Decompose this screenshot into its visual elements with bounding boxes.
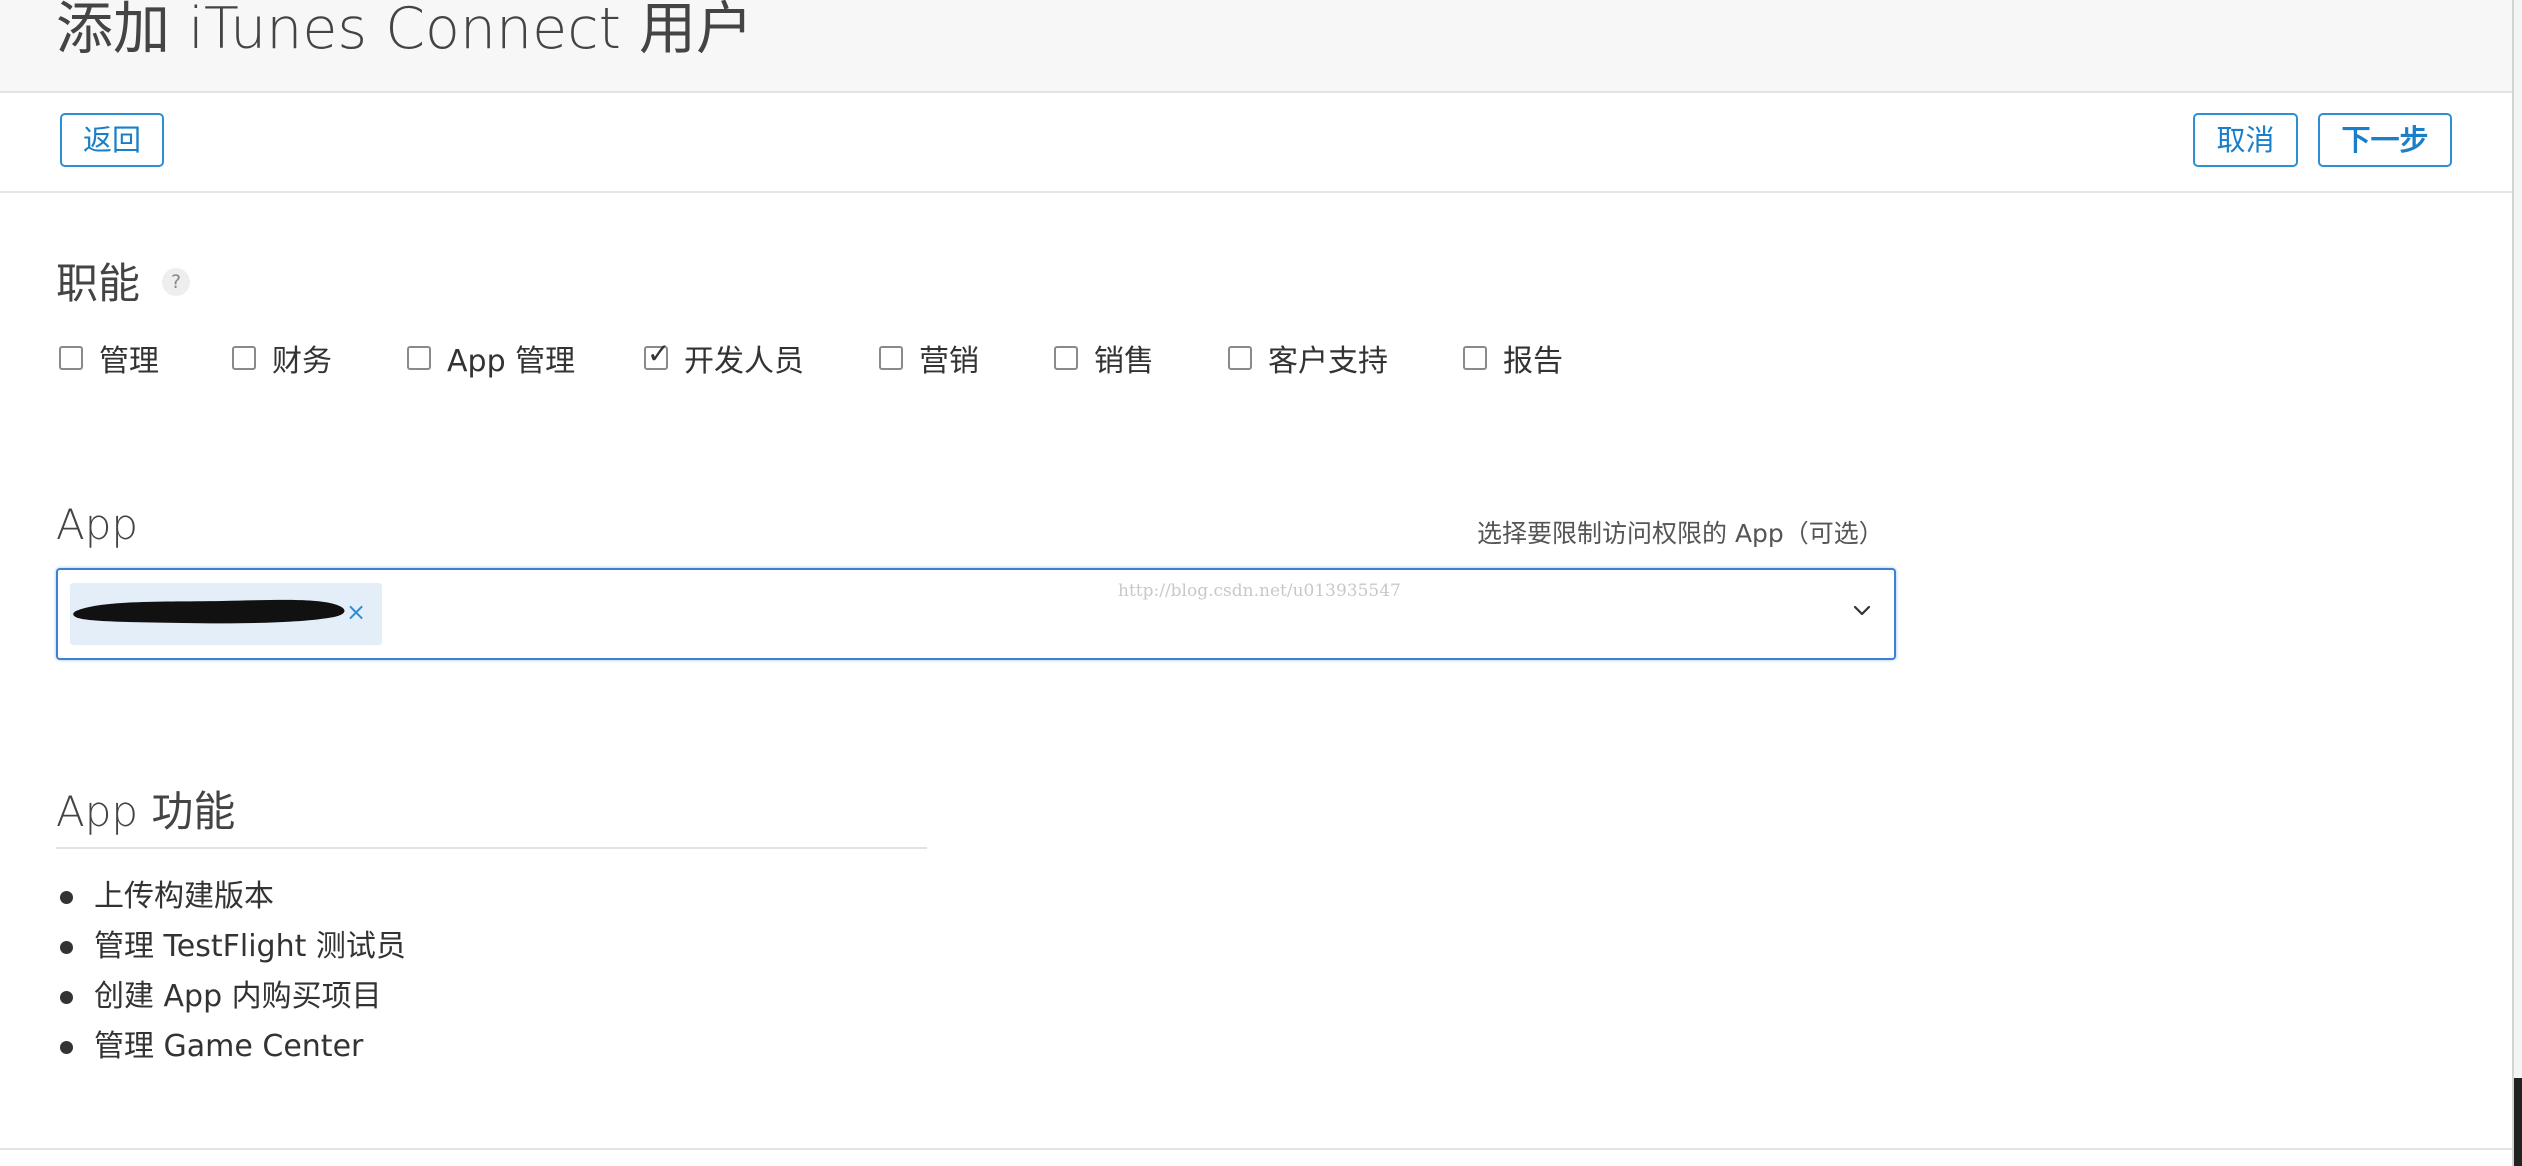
window-edge <box>2512 0 2522 1166</box>
list-item: 创建 App 内购买项目 <box>56 972 956 1022</box>
add-user-page: 添加 iTunes Connect 用户 返回 取消 下一步 职能 ? 管理 财… <box>0 0 2512 1166</box>
apps-hint: 选择要限制访问权限的 App（可选） <box>1477 519 1884 548</box>
list-item: 上传构建版本 <box>56 872 956 922</box>
checkbox[interactable] <box>232 346 256 370</box>
role-label: 营销 <box>919 344 979 379</box>
role-label: 管理 <box>99 344 159 379</box>
divider <box>0 1148 2512 1150</box>
checkbox[interactable] <box>1228 346 1252 370</box>
remove-token-icon[interactable]: × <box>346 597 366 627</box>
checkbox[interactable] <box>407 346 431 370</box>
bullet <box>60 1041 73 1054</box>
selected-app-token: × <box>70 583 382 645</box>
list-item: 管理 TestFlight 测试员 <box>56 922 956 972</box>
bullet <box>60 891 73 904</box>
chevron-down-icon[interactable] <box>1850 598 1874 622</box>
divider <box>56 847 927 849</box>
role-label: App 管理 <box>447 344 576 379</box>
checkbox[interactable] <box>59 346 83 370</box>
bullet <box>60 941 73 954</box>
checkbox[interactable] <box>1463 346 1487 370</box>
redacted-app-name <box>73 599 345 624</box>
role-label: 报告 <box>1503 344 1563 379</box>
features-list: 上传构建版本 管理 TestFlight 测试员 创建 App 内购买项目 管理… <box>56 872 956 1072</box>
window-edge-shadow <box>2514 1078 2522 1166</box>
feature-label: 管理 TestFlight 测试员 <box>94 929 406 964</box>
role-label: 开发人员 <box>684 344 804 379</box>
feature-label: 上传构建版本 <box>94 879 274 914</box>
app-select-field[interactable]: × http://blog.csdn.net/u013935547 <box>56 568 1896 660</box>
toolbar: 返回 取消 下一步 <box>0 93 2512 193</box>
roles-heading: 职能 <box>56 259 141 308</box>
bullet <box>60 991 73 1004</box>
checkmark-icon: ✓ <box>647 337 671 370</box>
back-button[interactable]: 返回 <box>60 113 164 167</box>
watermark: http://blog.csdn.net/u013935547 <box>1118 581 1401 601</box>
role-label: 销售 <box>1094 344 1154 379</box>
role-label: 客户支持 <box>1268 344 1388 379</box>
title-bar: 添加 iTunes Connect 用户 <box>0 0 2512 93</box>
checkbox-checked[interactable]: ✓ <box>644 339 670 370</box>
list-item: 管理 Game Center <box>56 1022 956 1072</box>
next-button[interactable]: 下一步 <box>2318 113 2452 167</box>
apps-heading: App <box>56 500 139 549</box>
features-heading: App 功能 <box>56 787 236 836</box>
roles-checkbox-row: 管理 财务 App 管理 ✓ 开发人员 营销 销售 客户支持 报告 <box>56 339 1756 385</box>
role-label: 财务 <box>272 344 332 379</box>
checkbox[interactable] <box>879 346 903 370</box>
cancel-button[interactable]: 取消 <box>2193 113 2298 167</box>
page-title: 添加 iTunes Connect 用户 <box>56 0 754 62</box>
checkbox[interactable] <box>1054 346 1078 370</box>
feature-label: 管理 Game Center <box>94 1029 364 1064</box>
feature-label: 创建 App 内购买项目 <box>94 979 382 1014</box>
help-icon[interactable]: ? <box>162 268 190 296</box>
